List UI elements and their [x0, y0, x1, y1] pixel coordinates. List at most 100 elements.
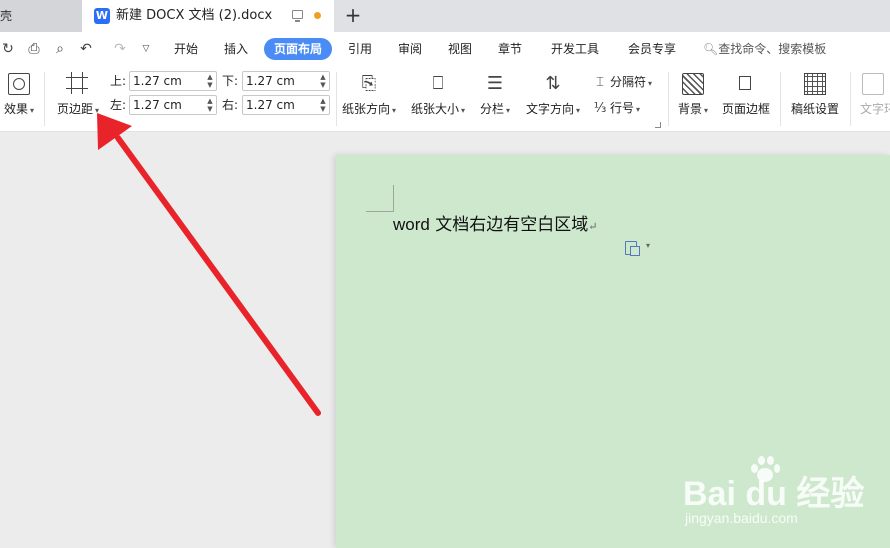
watermark-url: jingyan.baidu.com	[685, 510, 798, 526]
margins-icon	[66, 72, 89, 95]
tab-member[interactable]: 会员专享	[628, 38, 676, 60]
manuscript-label: 稿纸设置	[790, 102, 839, 116]
text-direction-icon: ⇅	[545, 73, 561, 94]
ribbon-separator	[780, 72, 781, 126]
separator-button[interactable]: ⌶ 分隔符 ▾	[592, 73, 652, 93]
effects-label: 效果	[3, 102, 28, 116]
chevron-down-icon: ▾	[648, 79, 653, 88]
tab-previous-document[interactable]: 壳	[0, 0, 82, 32]
chevron-down-icon: ▾	[704, 106, 709, 115]
ribbon-page-layout: 效果 ▾ 页边距 ▾ 上: 1.27 cm ▲ ▼ 下: 1.27 cm ▲ ▼ 左: 1.…	[0, 66, 890, 132]
tab-section[interactable]: 章节	[498, 38, 522, 60]
page-background-icon	[682, 73, 704, 95]
line-number-icon: ⅓	[593, 101, 607, 116]
tab-developer[interactable]: 开发工具	[551, 38, 599, 60]
margin-right-label: 右:	[222, 98, 239, 112]
page-setup-launcher-icon[interactable]	[655, 122, 661, 128]
ribbon-separator	[850, 72, 851, 126]
page-border-button[interactable]: 页面边框	[718, 66, 774, 132]
tab-bar: 壳 W 新建 DOCX 文档 (2).docx +	[0, 0, 890, 32]
orientation-button[interactable]: ⎘ 纸张方向 ▾	[339, 66, 399, 132]
monitor-icon[interactable]	[292, 10, 303, 22]
chevron-down-icon: ▾	[506, 106, 511, 115]
ribbon-separator	[44, 72, 45, 126]
redo-icon[interactable]: ↷	[112, 41, 128, 57]
orientation-label: 纸张方向	[341, 102, 390, 116]
doc-text-cjk: 文档右边有空白区域	[429, 215, 589, 235]
margin-left-value: 1.27 cm	[133, 98, 182, 112]
manuscript-settings-button[interactable]: 稿纸设置	[786, 66, 844, 132]
tab-references[interactable]: 引用	[348, 38, 372, 60]
ribbon-separator	[668, 72, 669, 126]
margins-label: 页边距	[56, 102, 93, 116]
new-tab-button[interactable]: +	[342, 3, 364, 27]
margin-right-value: 1.27 cm	[246, 98, 295, 112]
tab-review[interactable]: 审阅	[398, 38, 422, 60]
page-border-icon	[735, 73, 757, 95]
margin-right-input[interactable]: 1.27 cm ▲ ▼	[242, 95, 330, 115]
text-wrap-icon	[862, 73, 884, 95]
text-direction-label: 文字方向	[525, 102, 574, 116]
text-direction-button[interactable]: ⇅ 文字方向 ▾	[521, 66, 585, 132]
margins-button[interactable]: 页边距 ▾	[50, 66, 106, 132]
margin-left-input[interactable]: 1.27 cm ▲ ▼	[129, 95, 217, 115]
tab-home[interactable]: 开始	[174, 38, 198, 60]
margin-corner-mark	[393, 185, 394, 212]
line-number-label: 行号	[610, 101, 635, 115]
effects-icon	[8, 73, 30, 95]
ribbon-separator	[336, 72, 337, 126]
line-number-button[interactable]: ⅓ 行号 ▾	[592, 99, 640, 119]
chevron-down-icon: ▾	[30, 106, 35, 115]
tab-view[interactable]: 视图	[448, 38, 472, 60]
manuscript-grid-icon	[804, 73, 826, 95]
customize-dropdown-icon[interactable]: ▽	[138, 41, 154, 57]
print-preview-icon[interactable]: ⌕	[52, 41, 68, 57]
redo-partial-icon[interactable]: ↻	[0, 41, 16, 57]
spinner-arrows-icon[interactable]: ▲ ▼	[206, 97, 214, 113]
search-icon: 🔍︎	[703, 42, 719, 56]
menu-bar: ↻ ⎙ ⌕ ↶ ↷ ▽ 开始 插入 页面布局 引用 审阅 视图 章节 开发工具 …	[0, 32, 890, 66]
paper-size-icon: ⎕	[432, 73, 444, 94]
margin-bottom-label: 下:	[222, 74, 239, 88]
doc-text-latin: word	[393, 215, 430, 234]
page-break-icon: ⌶	[596, 75, 604, 90]
columns-label: 分栏	[479, 102, 504, 116]
chevron-down-icon[interactable]: ▾	[646, 241, 650, 250]
chevron-down-icon: ▾	[636, 105, 641, 114]
text-wrap-label: 文字环	[860, 102, 890, 116]
tab-insert[interactable]: 插入	[224, 38, 248, 60]
paragraph-mark-icon: ↵	[588, 220, 598, 233]
paper-size-label: 纸张大小	[410, 102, 459, 116]
chevron-down-icon: ▾	[95, 106, 100, 115]
paste-options-icon[interactable]	[624, 239, 640, 256]
text-wrap-button[interactable]: 文字环	[856, 66, 890, 132]
tab-page-layout[interactable]: 页面布局	[264, 38, 333, 60]
spinner-arrows-icon[interactable]: ▲ ▼	[319, 73, 327, 89]
margin-top-input[interactable]: 1.27 cm ▲ ▼	[129, 71, 217, 91]
effects-button[interactable]: 效果 ▾	[0, 66, 38, 132]
margin-bottom-value: 1.27 cm	[246, 74, 295, 88]
undo-icon[interactable]: ↶	[78, 41, 94, 57]
baidu-paw-icon	[749, 454, 780, 484]
search-label: 查找命令、搜索模板	[718, 42, 827, 56]
command-search[interactable]: 🔍︎查找命令、搜索模板	[703, 38, 826, 60]
print-icon[interactable]: ⎙	[26, 41, 42, 57]
tab-active-document[interactable]: W 新建 DOCX 文档 (2).docx	[82, 0, 334, 32]
baidu-jingyan-watermark: Bai du 经验 jingyan.baidu.com	[683, 456, 883, 536]
page-orientation-icon: ⎘	[361, 73, 377, 94]
page-border-label: 页面边框	[721, 102, 770, 116]
background-button[interactable]: 背景 ▾	[672, 66, 714, 132]
wps-writer-icon: W	[94, 8, 110, 24]
chevron-down-icon: ▾	[392, 106, 397, 115]
spinner-arrows-icon[interactable]: ▲ ▼	[206, 73, 214, 89]
background-label: 背景	[677, 102, 702, 116]
document-paragraph[interactable]: word 文档右边有空白区域↵	[393, 214, 597, 238]
spinner-arrows-icon[interactable]: ▲ ▼	[319, 97, 327, 113]
margin-left-label: 左:	[110, 98, 127, 112]
separator-label: 分隔符	[610, 75, 647, 89]
chevron-down-icon: ▾	[461, 106, 466, 115]
columns-button[interactable]: ☰ 分栏 ▾	[475, 66, 515, 132]
margin-bottom-input[interactable]: 1.27 cm ▲ ▼	[242, 71, 330, 91]
chevron-down-icon: ▾	[576, 106, 581, 115]
paper-size-button[interactable]: ⎕ 纸张大小 ▾	[407, 66, 469, 132]
